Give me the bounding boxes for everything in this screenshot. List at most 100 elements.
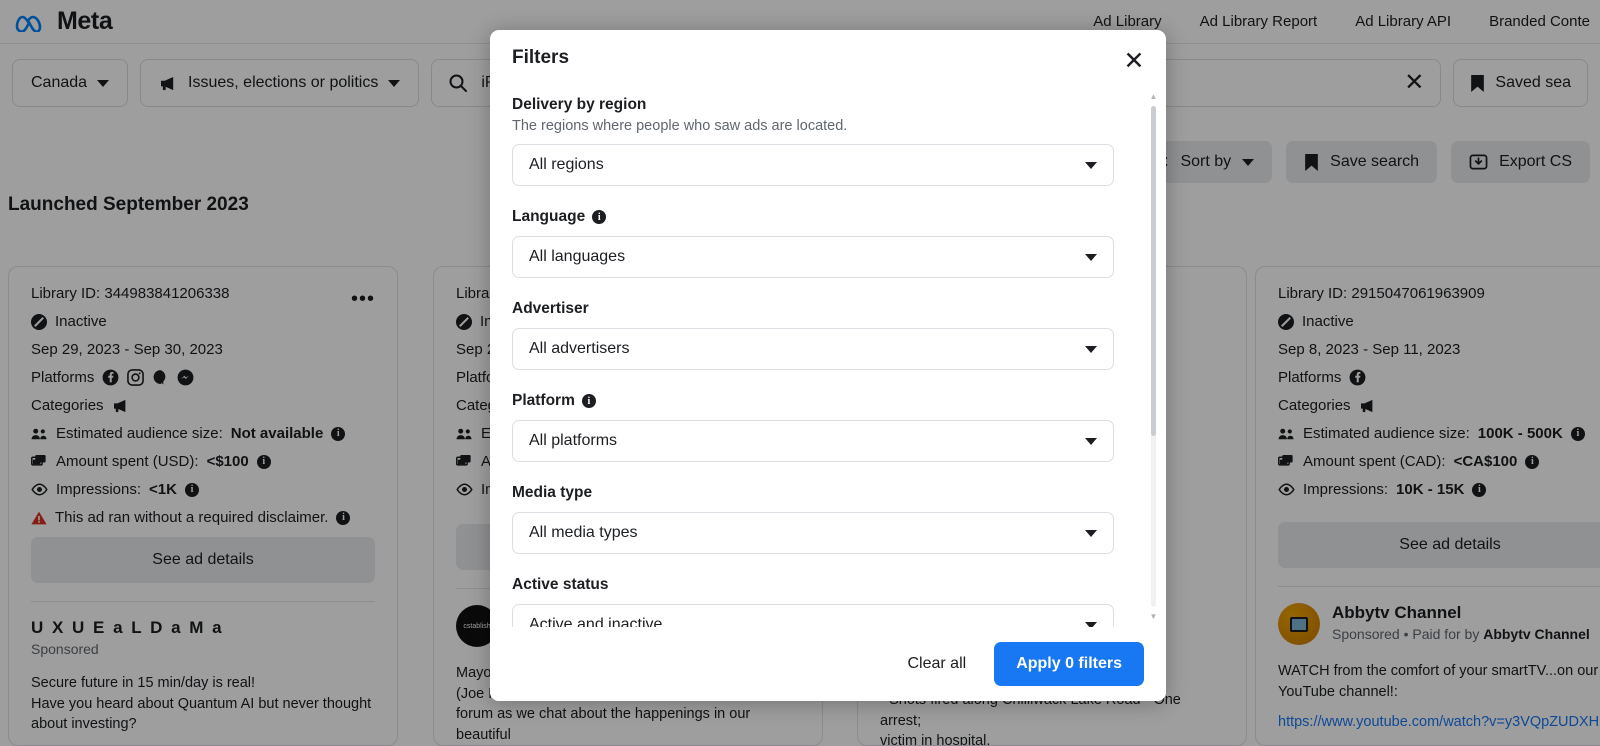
filters-dialog-header: Filters ✕ — [490, 30, 1166, 86]
filter-label: Platform i — [512, 392, 1114, 410]
filter-label: Media type — [512, 484, 1114, 502]
media-type-select-value: All media types — [529, 524, 638, 542]
ad-body-text: WATCH from the comfort of your smartTV..… — [1278, 661, 1600, 702]
top-nav-links: Ad Library Ad Library Report Ad Library … — [1093, 13, 1600, 30]
filter-group-platform: Platform i All platforms — [512, 392, 1114, 462]
ad-card[interactable]: Library ID: 2915047061963909 Inactive Se… — [1255, 266, 1600, 746]
platforms-row: Platforms — [31, 369, 375, 386]
info-icon[interactable]: i — [331, 427, 345, 441]
chevron-down-icon — [1085, 622, 1097, 628]
chevron-down-icon — [1085, 254, 1097, 261]
info-icon[interactable]: i — [582, 394, 596, 408]
bookmark-icon — [1304, 153, 1319, 172]
info-icon[interactable]: i — [257, 455, 271, 469]
megaphone-icon — [159, 76, 178, 91]
eye-icon — [1278, 483, 1295, 496]
tv-icon — [1290, 617, 1308, 632]
filter-label: Advertiser — [512, 300, 1114, 318]
impressions-label: Impressions: — [1303, 481, 1388, 498]
filters-scrollbar[interactable]: ▲ ▼ — [1147, 92, 1160, 621]
media-type-select[interactable]: All media types — [512, 512, 1114, 554]
disclaimer-text: This ad ran without a required disclaime… — [55, 509, 328, 526]
filter-group-media-type: Media type All media types — [512, 484, 1114, 554]
filters-dialog-title: Filters — [512, 47, 569, 69]
close-icon[interactable]: ✕ — [1120, 47, 1148, 75]
filter-label-text: Language — [512, 208, 585, 226]
platforms-row: Platforms — [1278, 369, 1600, 386]
sponsored-prefix: Sponsored • Paid for by — [1332, 626, 1483, 642]
platforms-label: Platforms — [31, 369, 94, 386]
region-select-value: All regions — [529, 156, 604, 174]
ad-body-text: Secure future in 15 min/day is real! Hav… — [31, 673, 375, 735]
info-icon[interactable]: i — [592, 210, 606, 224]
nav-link-branded-content[interactable]: Branded Conte — [1489, 13, 1590, 30]
meta-logo[interactable]: Meta — [14, 7, 112, 36]
ad-dates: Sep 29, 2023 - Sep 30, 2023 — [31, 341, 375, 358]
ad-link[interactable]: https://www.youtube.com/watch?v=y3VQpZUD… — [1278, 714, 1600, 730]
ad-status-label: Inactive — [1302, 313, 1354, 330]
eye-icon — [456, 483, 473, 496]
apply-filters-button[interactable]: Apply 0 filters — [994, 642, 1144, 686]
platform-select[interactable]: All platforms — [512, 420, 1114, 462]
results-launched-heading: Launched September 2023 — [8, 194, 249, 216]
card-divider — [31, 601, 375, 602]
info-icon[interactable]: i — [336, 511, 350, 525]
people-icon — [31, 427, 48, 441]
active-status-select[interactable]: Active and inactive — [512, 604, 1114, 627]
ad-status-label: Inactive — [55, 313, 107, 330]
active-status-select-value: Active and inactive — [529, 616, 662, 627]
chevron-down-icon — [388, 80, 400, 87]
people-icon — [456, 427, 473, 441]
see-ad-details-button[interactable]: See ad details — [31, 537, 375, 583]
language-select[interactable]: All languages — [512, 236, 1114, 278]
sponsored-label: Sponsored — [31, 641, 375, 657]
bookmark-icon — [1470, 74, 1485, 93]
advertiser-name: Abbytv Channel — [1332, 603, 1590, 623]
search-icon — [448, 73, 468, 93]
ad-category-label: Issues, elections or politics — [188, 74, 378, 92]
nav-link-ad-library-report[interactable]: Ad Library Report — [1200, 13, 1318, 30]
categories-label: Categories — [1278, 397, 1351, 414]
chevron-down-icon — [1085, 438, 1097, 445]
advertiser-header: Abbytv Channel Sponsored • Paid for by A… — [1278, 603, 1600, 645]
ad-card[interactable]: Library ID: 344983841206338 ••• Inactive… — [8, 266, 398, 746]
filter-description: The regions where people who saw ads are… — [512, 118, 1114, 134]
export-csv-button[interactable]: Export CS — [1451, 141, 1590, 183]
advertiser-name: U X U E a L D a M a — [31, 618, 375, 638]
info-icon[interactable]: i — [185, 483, 199, 497]
nav-link-ad-library-api[interactable]: Ad Library API — [1355, 13, 1451, 30]
impressions-value: <1K — [149, 481, 177, 498]
ad-category-selector[interactable]: Issues, elections or politics — [140, 59, 419, 107]
ad-dates: Sep 8, 2023 - Sep 11, 2023 — [1278, 341, 1600, 358]
scrollbar-thumb[interactable] — [1151, 106, 1156, 436]
nav-link-ad-library[interactable]: Ad Library — [1093, 13, 1161, 30]
money-icon — [456, 454, 473, 470]
ad-status-row: Inactive — [31, 313, 375, 330]
messenger-icon — [177, 369, 194, 386]
card-options-icon[interactable]: ••• — [351, 289, 375, 309]
info-icon[interactable]: i — [1472, 483, 1486, 497]
country-selector[interactable]: Canada — [12, 59, 128, 107]
filter-label: Active status — [512, 576, 1114, 594]
impressions-value: 10K - 15K — [1396, 481, 1464, 498]
info-icon[interactable]: i — [1571, 427, 1585, 441]
scroll-up-icon[interactable]: ▲ — [1149, 92, 1158, 101]
inactive-icon — [1278, 314, 1294, 330]
save-search-button[interactable]: Save search — [1286, 141, 1437, 183]
filters-dialog-footer: Clear all Apply 0 filters — [490, 627, 1166, 701]
see-ad-details-button[interactable]: See ad details — [1278, 522, 1600, 568]
filters-scroll-area[interactable]: Delivery by region The regions where peo… — [512, 96, 1144, 627]
audience-size-value: Not available — [231, 425, 324, 442]
advertiser-select[interactable]: All advertisers — [512, 328, 1114, 370]
info-icon[interactable]: i — [1525, 455, 1539, 469]
clear-search-icon[interactable]: ✕ — [1404, 71, 1424, 95]
sponsored-label: Sponsored • Paid for by Abbytv Channel — [1332, 626, 1590, 642]
saved-searches-label: Saved sea — [1495, 74, 1571, 92]
meta-wordmark: Meta — [57, 7, 112, 36]
filter-group-language: Language i All languages — [512, 208, 1114, 278]
region-select[interactable]: All regions — [512, 144, 1114, 186]
saved-searches-button[interactable]: Saved sea — [1453, 59, 1588, 107]
clear-all-button[interactable]: Clear all — [894, 645, 981, 683]
scroll-down-icon[interactable]: ▼ — [1149, 612, 1158, 621]
chevron-down-icon — [1085, 530, 1097, 537]
